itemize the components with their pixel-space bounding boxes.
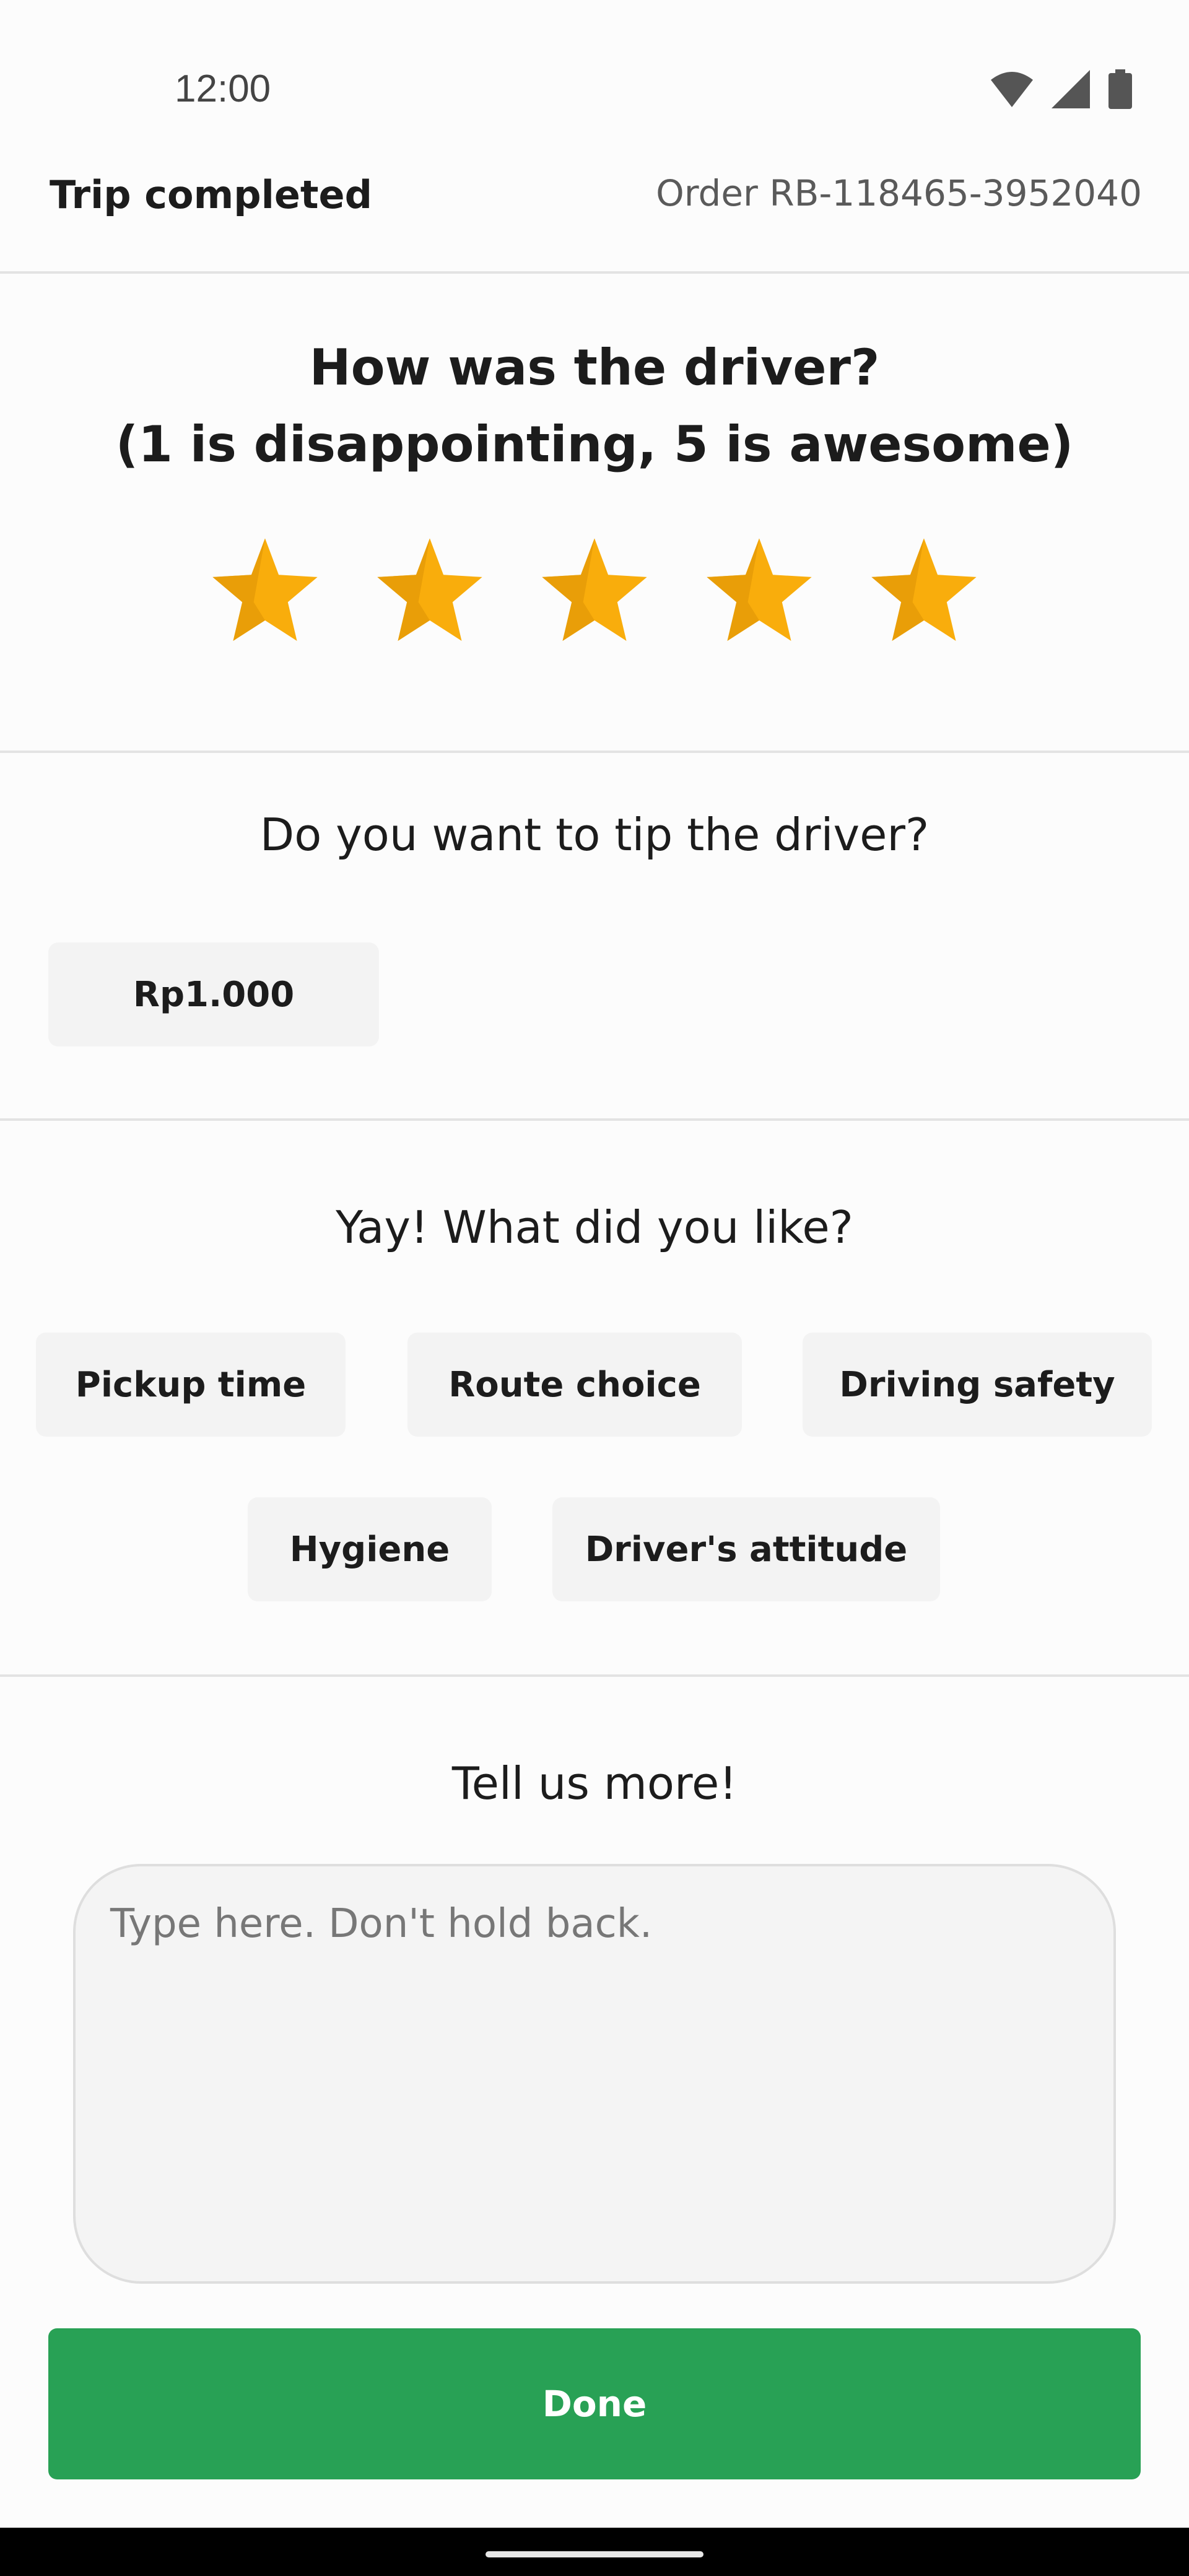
done-button[interactable]: Done — [48, 2328, 1141, 2479]
likes-question: Yay! What did you like? — [336, 1201, 853, 1253]
like-chip-driving-safety[interactable]: Driving safety — [803, 1333, 1152, 1437]
order-number: Order RB-118465-3952040 — [656, 172, 1142, 214]
likes-section: Yay! What did you like? Pickup time Rout… — [0, 1121, 1189, 1677]
star-rating — [0, 534, 1189, 648]
like-chip-drivers-attitude[interactable]: Driver's attitude — [552, 1497, 940, 1601]
rating-question: How was the driver? (1 is disappointing,… — [0, 329, 1189, 483]
star-icon[interactable] — [702, 534, 816, 648]
tip-section: Do you want to tip the driver? Rp1.000 — [0, 753, 1189, 1121]
rating-question-line1: How was the driver? — [309, 339, 880, 396]
rating-question-line2: (1 is disappointing, 5 is awesome) — [115, 416, 1074, 473]
status-icons — [991, 69, 1132, 109]
like-chip-pickup-time[interactable]: Pickup time — [36, 1333, 346, 1437]
like-chip-route-choice[interactable]: Route choice — [407, 1333, 742, 1437]
driver-rating-section: How was the driver? (1 is disappointing,… — [0, 274, 1189, 753]
status-bar: 12:00 — [0, 0, 1189, 142]
tip-option-button[interactable]: Rp1.000 — [48, 942, 379, 1046]
like-chip-hygiene[interactable]: Hygiene — [248, 1497, 492, 1601]
status-time: 12:00 — [175, 67, 271, 110]
feedback-section: Tell us more! — [0, 1677, 1189, 2328]
star-icon[interactable] — [867, 534, 981, 648]
header: Trip completed Order RB-118465-3952040 — [0, 142, 1189, 274]
battery-icon — [1108, 69, 1132, 109]
wifi-icon — [991, 72, 1033, 107]
star-icon[interactable] — [208, 534, 322, 648]
star-icon[interactable] — [373, 534, 487, 648]
home-gesture-handle[interactable] — [486, 2551, 703, 2557]
cellular-signal-icon — [1052, 70, 1090, 108]
star-icon[interactable] — [538, 534, 651, 648]
tip-question: Do you want to tip the driver? — [259, 809, 930, 861]
page-title: Trip completed — [50, 172, 372, 217]
system-navigation-bar — [0, 2528, 1189, 2576]
feedback-heading: Tell us more! — [451, 1757, 738, 1809]
feedback-input[interactable] — [73, 1864, 1116, 2284]
